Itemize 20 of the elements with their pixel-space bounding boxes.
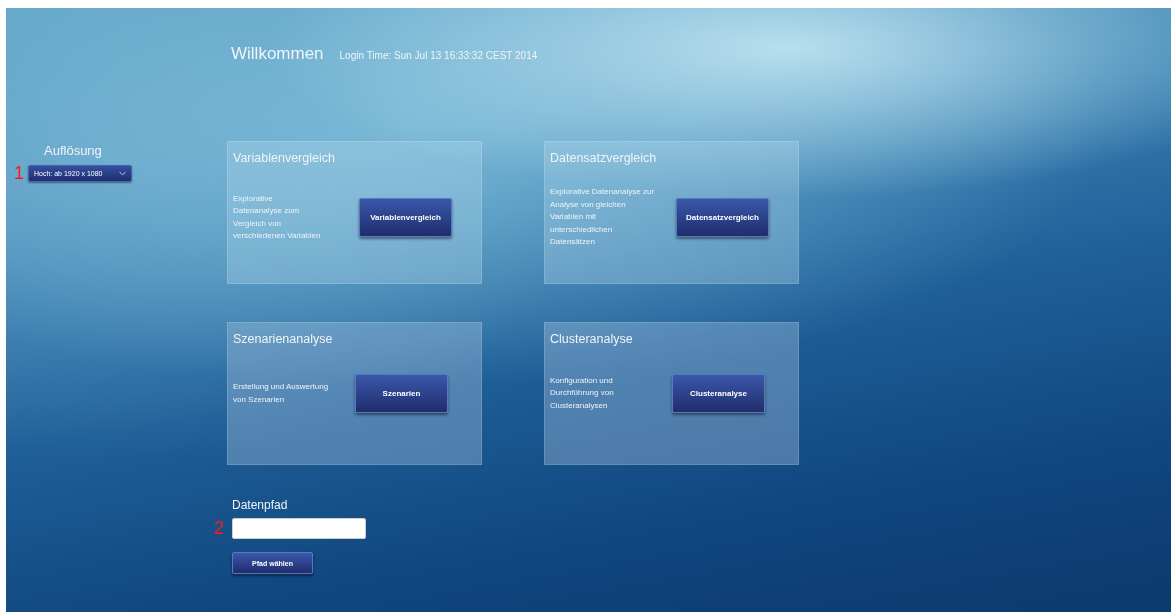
card-title: Variablenvergleich	[233, 151, 336, 165]
card-description: Konfiguration und Durchführung von Clusteranalysen	[550, 374, 615, 412]
card-button[interactable]: Clusteranalyse	[672, 374, 765, 413]
login-time: Login Time: Sun Jul 13 16:33:32 CEST 2014	[339, 50, 538, 61]
card-button[interactable]: Datensatzvergleich	[676, 198, 769, 237]
resolution-label: Auflösung	[44, 143, 103, 158]
welcome-title: Willkommen	[231, 44, 324, 64]
data-path-field[interactable]	[232, 518, 366, 539]
caret-icon	[119, 171, 126, 176]
card-button[interactable]: Szenarien	[355, 374, 448, 413]
annotation-number: 2	[213, 518, 225, 539]
card-description: Explorative Datenanalyse zur Analyse von gleichen Variablen mit unterschiedlichen Datensätzen	[550, 186, 656, 249]
card-description: Erstellung und Auswertung von Szenarien	[233, 381, 330, 406]
annotation-number: 1	[13, 163, 25, 184]
card-title: Szenarienanalyse	[233, 332, 334, 346]
card-description: Explorative Datenanalyse zum Vergleich von verschiedenen Variablen	[233, 192, 322, 242]
card-button[interactable]: Variablenvergleich	[359, 198, 452, 237]
card-title: Clusteranalyse	[550, 332, 634, 346]
card-title: Datensatzvergleich	[550, 151, 658, 165]
data-path-label: Datenpfad	[232, 498, 289, 512]
